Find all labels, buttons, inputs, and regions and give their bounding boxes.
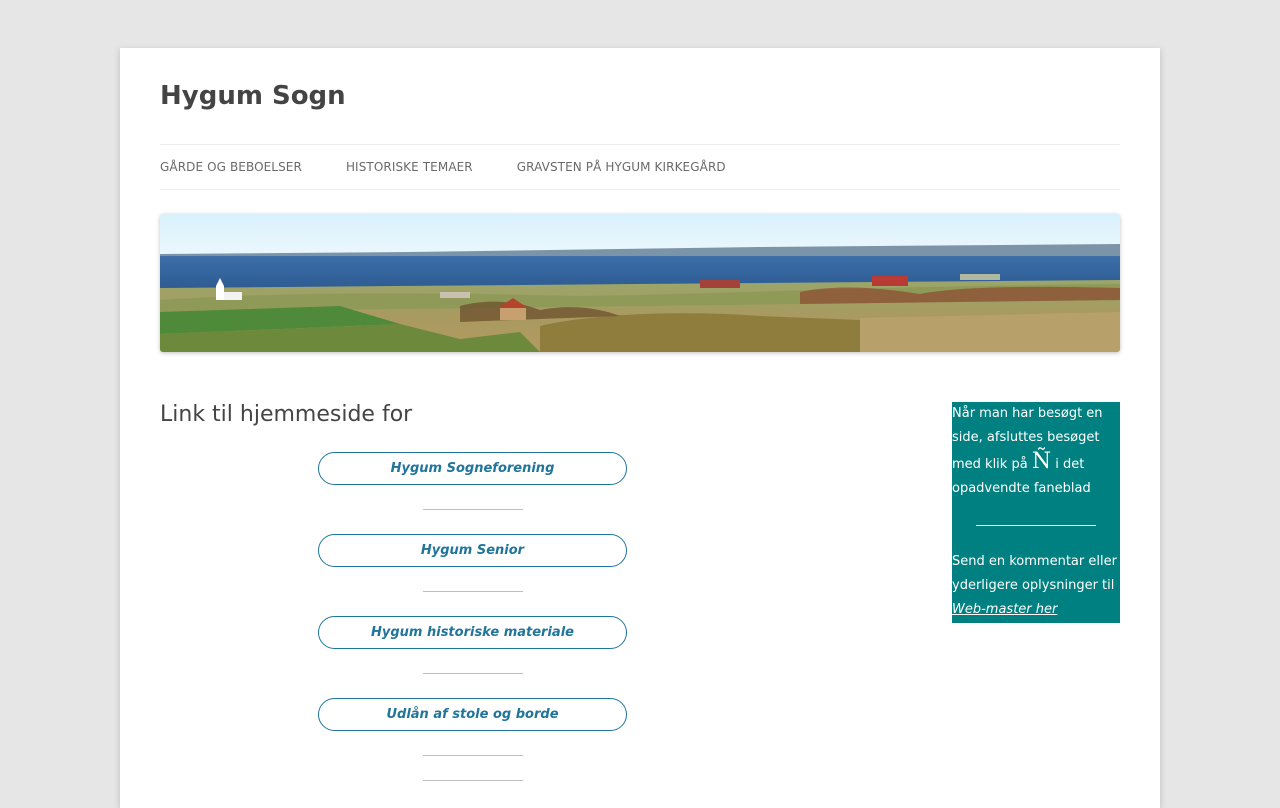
page-container: Hygum Sogn GÅRDE OG BEBOELSER HISTORISKE… (120, 48, 1160, 808)
header-banner-image (160, 214, 1120, 352)
link-udlaan-af-stole-og-borde[interactable]: Udlån af stole og borde (318, 698, 627, 731)
separator (422, 509, 523, 510)
sidebar-divider (976, 525, 1096, 526)
link-list: Hygum Sogneforening Hygum Senior Hygum h… (318, 452, 627, 805)
separator (422, 591, 523, 592)
content-title: Link til hjemmeside for (160, 402, 413, 427)
n-tilde-icon: Ñ (1031, 449, 1052, 474)
link-hygum-senior[interactable]: Hygum Senior (318, 534, 627, 567)
nav-item-garde-og-beboelser[interactable]: GÅRDE OG BEBOELSER (160, 160, 302, 174)
separator (422, 755, 523, 756)
sidebar-instruction: Når man har besøgt en side, afsluttes be… (952, 402, 1120, 501)
separator (422, 780, 523, 781)
main-navigation: GÅRDE OG BEBOELSER HISTORISKE TEMAER GRA… (160, 144, 1120, 190)
sidebar-info-box: Når man har besøgt en side, afsluttes be… (952, 402, 1120, 623)
link-hygum-sogneforening[interactable]: Hygum Sogneforening (318, 452, 627, 485)
webmaster-link[interactable]: Web-master her (952, 602, 1057, 617)
nav-item-historiske-temaer[interactable]: HISTORISKE TEMAER (346, 160, 473, 174)
link-hygum-historiske-materiale[interactable]: Hygum historiske materiale (318, 616, 627, 649)
site-title[interactable]: Hygum Sogn (160, 78, 346, 114)
sidebar-contact: Send en kommentar eller yderligere oplys… (952, 550, 1120, 622)
separator (422, 673, 523, 674)
nav-item-gravsten[interactable]: GRAVSTEN PÅ HYGUM KIRKEGÅRD (517, 160, 726, 174)
sidebar-contact-text: Send en kommentar eller yderligere oplys… (952, 554, 1117, 593)
